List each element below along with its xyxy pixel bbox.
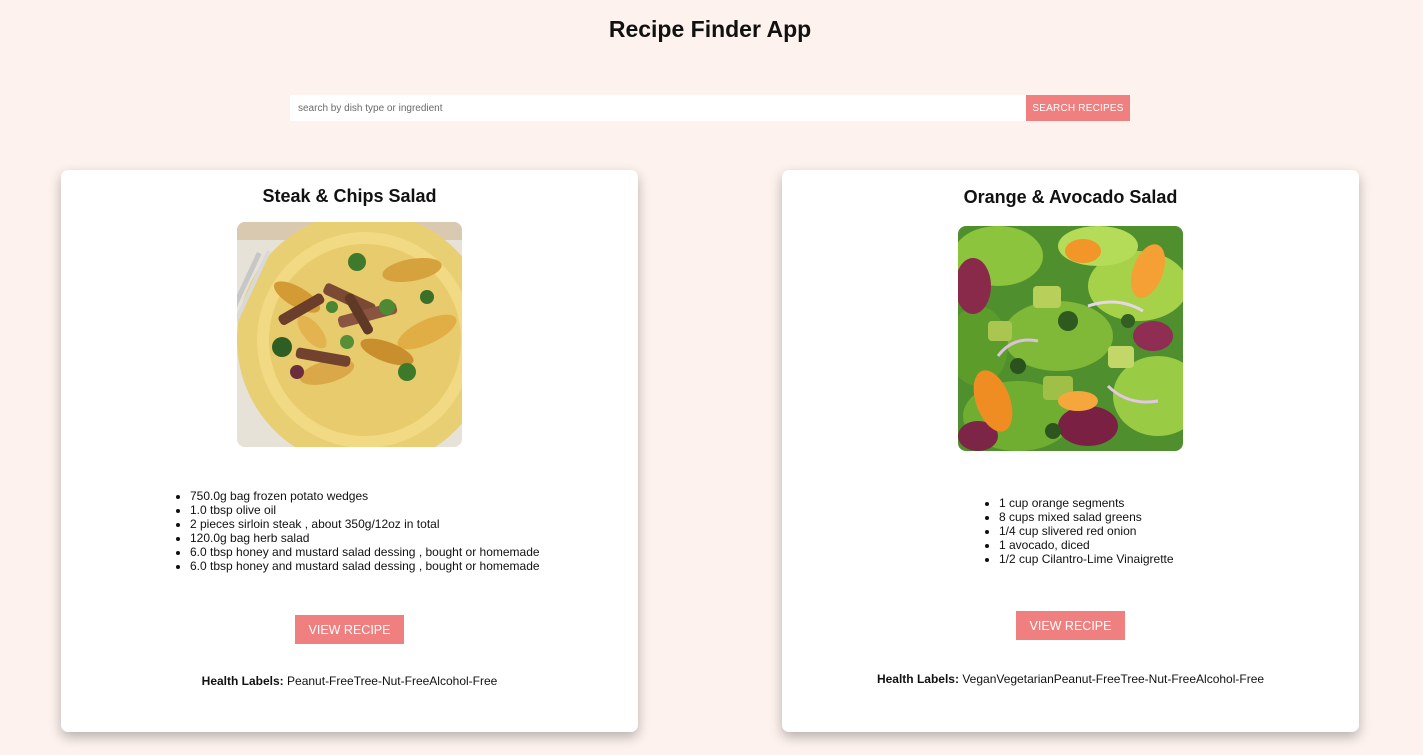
recipe-card: Steak & Chips Salad • 750.0g bag frozen … bbox=[61, 170, 638, 732]
search-bar: SEARCH RECIPES bbox=[290, 95, 1130, 121]
ingredient-item: 1/2 cup Cilantro-Lime Vinaigrette bbox=[999, 552, 1174, 566]
ingredient-item: 1/4 cup slivered red onion bbox=[999, 524, 1174, 538]
health-labels: Health Labels: Peanut-FreeTree-Nut-FreeA… bbox=[61, 674, 638, 688]
app-title: Recipe Finder App bbox=[608, 16, 812, 42]
ingredient-item: 2 pieces sirloin steak , about 350g/12oz… bbox=[190, 517, 540, 531]
recipe-image bbox=[958, 226, 1183, 451]
steak-salad-photo-icon bbox=[237, 222, 462, 447]
view-recipe-button[interactable]: VIEW RECIPE bbox=[1016, 611, 1125, 640]
health-labels-title: Health Labels: bbox=[201, 674, 284, 688]
recipe-card: Orange & Avocado Salad • 1 cup orange se… bbox=[782, 170, 1359, 732]
search-input[interactable] bbox=[290, 95, 1026, 121]
ingredient-item: 1 avocado, diced bbox=[999, 538, 1174, 552]
ingredient-item: 6.0 tbsp honey and mustard salad dessing… bbox=[190, 559, 540, 573]
orange-avocado-salad-photo-icon bbox=[958, 226, 1183, 451]
ingredients-list: 1 cup orange segments 8 cups mixed salad… bbox=[981, 496, 1174, 566]
ingredient-item: 120.0g bag herb salad bbox=[190, 531, 540, 545]
health-labels: Health Labels: VeganVegetarianPeanut-Fre… bbox=[782, 672, 1359, 686]
health-labels-value: VeganVegetarianPeanut-FreeTree-Nut-FreeA… bbox=[962, 672, 1265, 686]
ingredient-item: 1.0 tbsp olive oil bbox=[190, 503, 540, 517]
ingredient-item: 8 cups mixed salad greens bbox=[999, 510, 1174, 524]
health-labels-title: Health Labels: bbox=[876, 672, 959, 686]
health-labels-value: Peanut-FreeTree-Nut-FreeAlcohol-Free bbox=[287, 674, 498, 688]
ingredient-item: 6.0 tbsp honey and mustard salad dessing… bbox=[190, 545, 540, 559]
view-recipe-button[interactable]: VIEW RECIPE bbox=[295, 615, 404, 644]
ingredients-list: 750.0g bag frozen potato wedges 1.0 tbsp… bbox=[172, 489, 540, 573]
search-recipes-button[interactable]: SEARCH RECIPES bbox=[1026, 95, 1130, 121]
recipe-title: Orange & Avocado Salad bbox=[963, 187, 1178, 207]
recipe-title: Steak & Chips Salad bbox=[262, 186, 437, 206]
recipe-image bbox=[237, 222, 462, 447]
ingredient-item: 750.0g bag frozen potato wedges bbox=[190, 489, 540, 503]
ingredient-item: 1 cup orange segments bbox=[999, 496, 1174, 510]
